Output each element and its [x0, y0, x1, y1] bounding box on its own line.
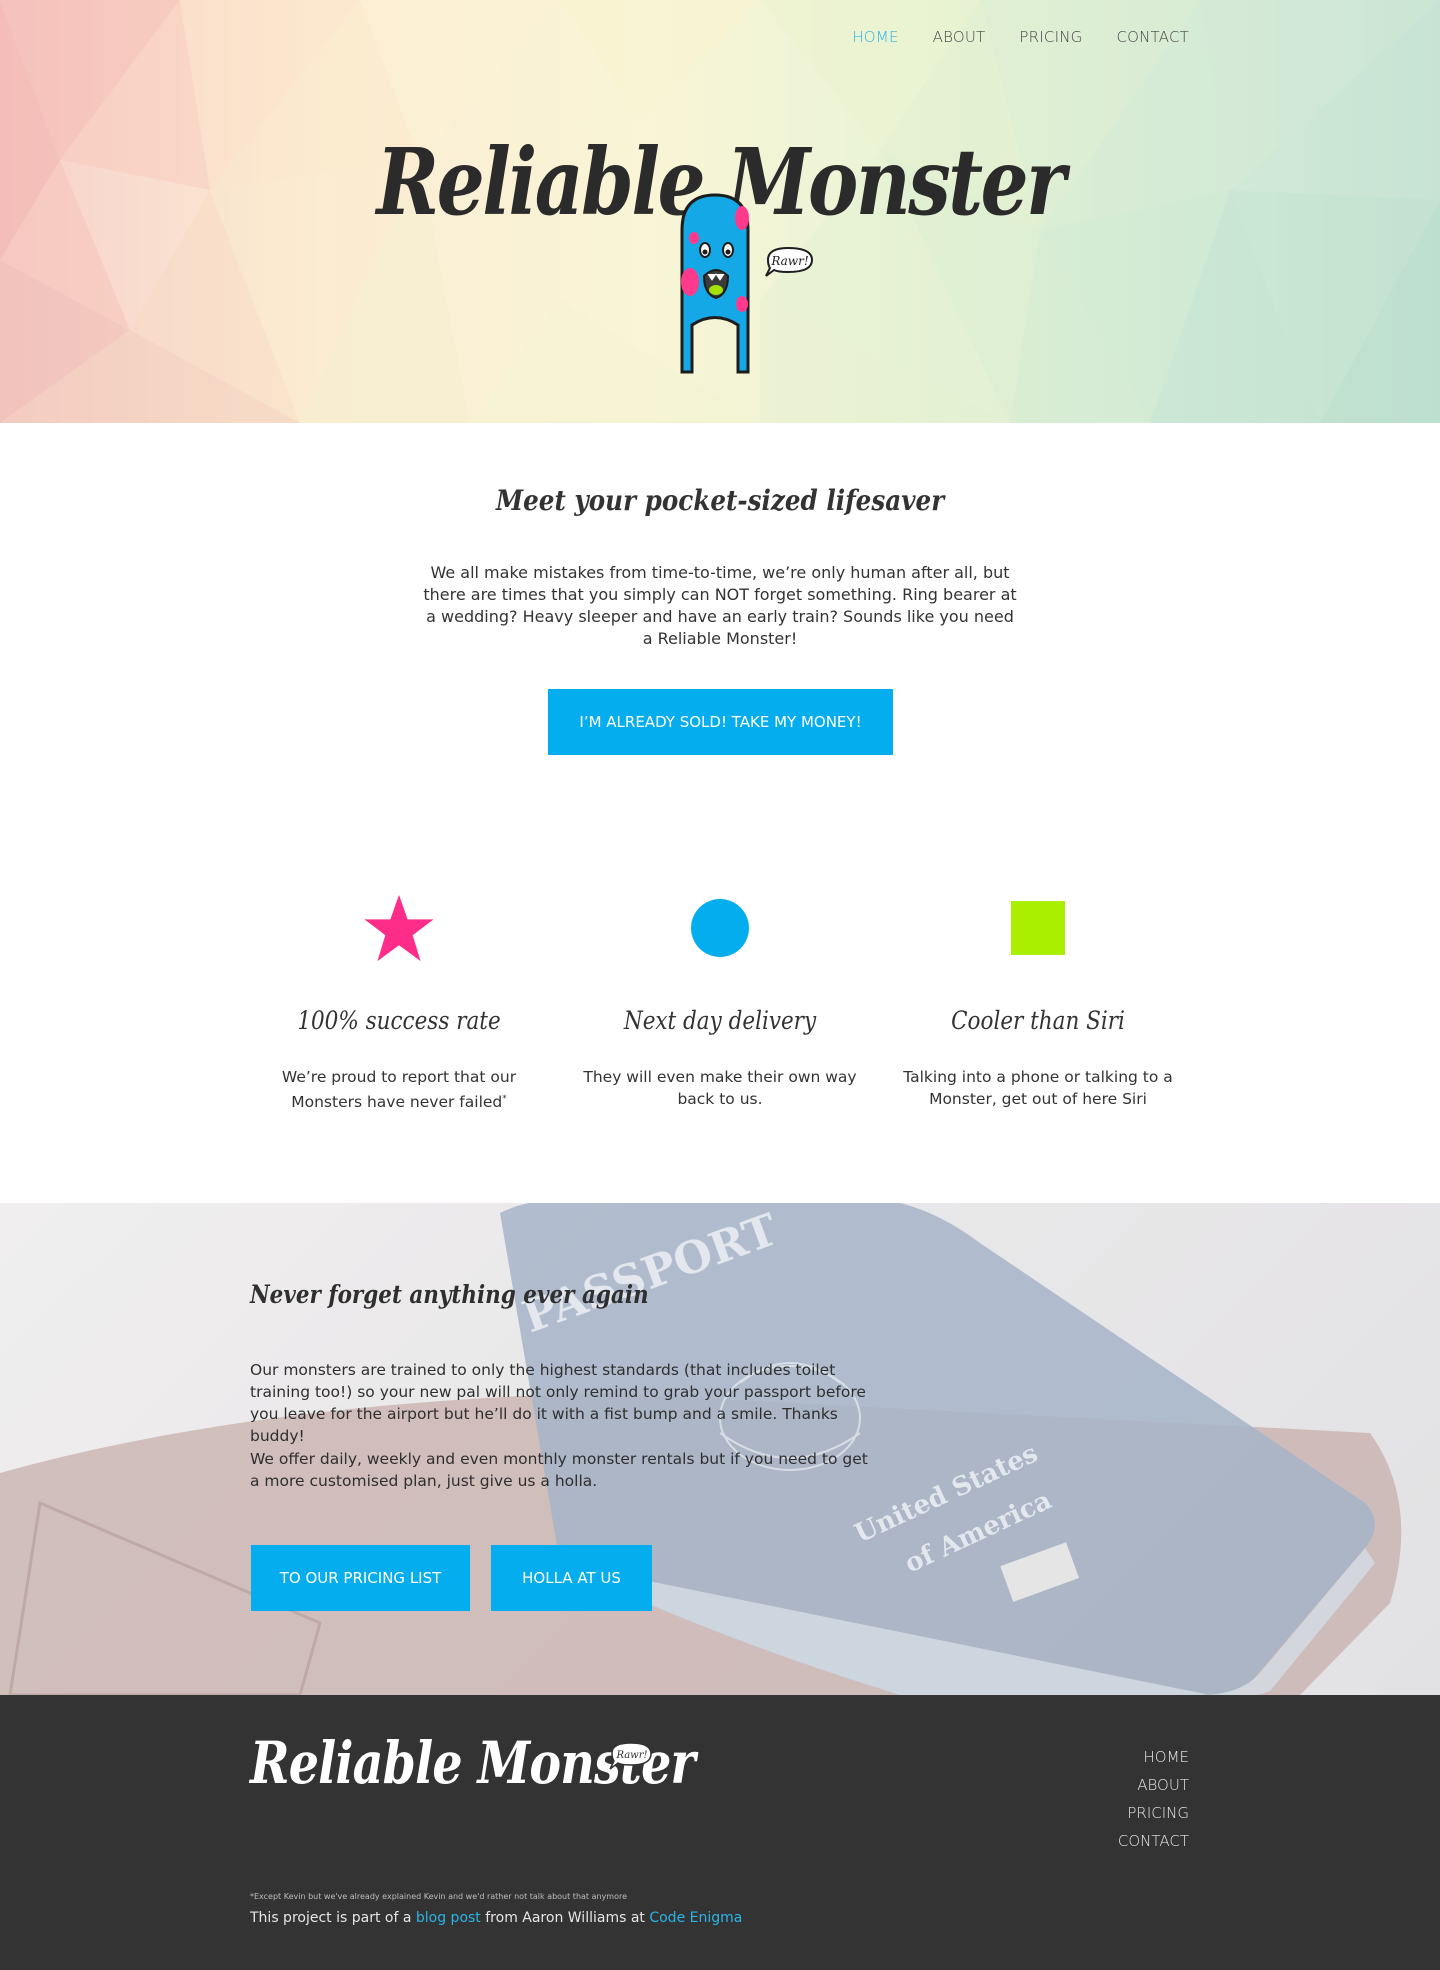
footnote: *Except Kevin but we've already explaine…: [250, 1892, 628, 1901]
intro-heading: Meet your pocket-sized lifesaver: [495, 484, 945, 517]
passport-section: PASSPORT United States of America Never …: [0, 1203, 1440, 1695]
footer-nav-about[interactable]: ABOUT: [1118, 1771, 1189, 1799]
section-text-1: Our monsters are trained to only the hig…: [250, 1361, 866, 1445]
feature-text: We’re proud to report that our Monsters …: [281, 1068, 517, 1112]
monster-mascot-icon: Rawr!: [680, 193, 814, 374]
feature-title: 100% success rate: [297, 1006, 501, 1035]
blog-post-link[interactable]: blog post: [416, 1910, 481, 1926]
code-enigma-link[interactable]: Code Enigma: [649, 1910, 742, 1926]
nav-contact[interactable]: CONTACT: [1116, 28, 1189, 46]
nav-home[interactable]: HOME: [852, 28, 898, 46]
circle-icon: [570, 890, 870, 965]
nav-pricing[interactable]: PRICING: [1019, 28, 1082, 46]
square-icon: [888, 890, 1188, 965]
intro-text: We all make mistakes from time-to-time, …: [423, 563, 1017, 648]
feature-text: They will even make their own way back t…: [583, 1068, 857, 1108]
hero-section: HOME ABOUT PRICING CONTACT Reliable Mons…: [0, 0, 1440, 423]
section-text-2: We offer daily, weekly and even monthly …: [250, 1450, 868, 1490]
feature-title: Cooler than Siri: [951, 1006, 1125, 1035]
rawr-bubble-text: Rawr!: [770, 254, 808, 268]
feature-success: 100% success rate We’re proud to report …: [249, 890, 549, 1111]
footer-nav-home[interactable]: HOME: [1118, 1743, 1189, 1771]
feature-delivery: Next day delivery They will even make th…: [570, 890, 870, 1108]
speech-bubble-icon: Rawr!: [609, 1742, 652, 1770]
holla-button[interactable]: HOLLA AT US: [491, 1545, 652, 1611]
footer-nav: HOME ABOUT PRICING CONTACT: [1118, 1743, 1189, 1855]
nav-about[interactable]: ABOUT: [933, 28, 986, 46]
feature-title: Next day delivery: [623, 1006, 817, 1035]
footer: Reliable Monster Rawr! HOME ABOUT PRICIN…: [0, 1695, 1440, 1970]
pricing-list-button[interactable]: TO OUR PRICING LIST: [251, 1545, 470, 1611]
main-nav: HOME ABOUT PRICING CONTACT: [818, 28, 1189, 46]
section-heading: Never forget anything ever again: [250, 1280, 649, 1309]
credit-line: This project is part of a blog post from…: [250, 1910, 743, 1926]
footer-bubble-text: Rawr!: [615, 1750, 647, 1761]
footer-nav-contact[interactable]: CONTACT: [1118, 1827, 1189, 1855]
footer-nav-pricing[interactable]: PRICING: [1118, 1799, 1189, 1827]
star-icon: [249, 890, 549, 965]
buy-now-button[interactable]: I’M ALREADY SOLD! TAKE MY MONEY!: [548, 689, 893, 755]
feature-siri: Cooler than Siri Talking into a phone or…: [888, 890, 1188, 1108]
feature-text: Talking into a phone or talking to a Mon…: [903, 1068, 1173, 1108]
